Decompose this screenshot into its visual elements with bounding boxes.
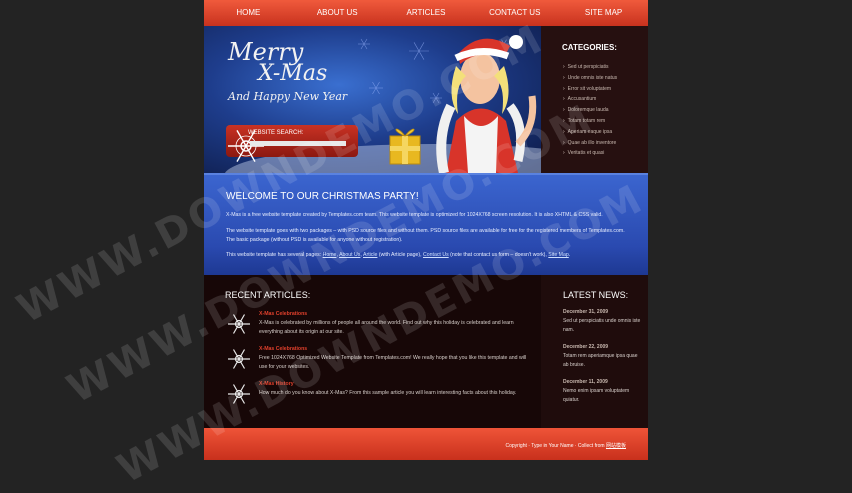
link-about-us[interactable]: About Us <box>339 252 360 258</box>
xmas-banner: Merry X-Mas And Happy New Year WEBSITE S… <box>204 26 541 173</box>
nav-home[interactable]: HOME <box>204 0 293 26</box>
category-link[interactable]: Aperiam eaque ipsa <box>563 127 617 138</box>
category-link[interactable]: Totam totam rem <box>563 116 617 127</box>
link-site-map[interactable]: Site Map <box>548 252 568 258</box>
article-item: X-Mas Celebrations X-Mas is celebrated b… <box>226 311 526 341</box>
category-link[interactable]: Sed ut perspiciatis <box>563 62 617 73</box>
welcome-paragraph: X-Mas is a free website template created… <box>226 212 603 218</box>
snowflake-icon <box>228 314 250 334</box>
page: HOME ABOUT US ARTICLES CONTACT US SITE M… <box>204 0 648 460</box>
news-text: Nemo enim ipsam voluptatem quiatur. <box>563 388 630 403</box>
article-title-link[interactable]: X-Mas Celebrations <box>259 346 307 352</box>
welcome-pages-paragraph: This website template has several pages:… <box>226 251 626 260</box>
news-item: December 11, 2009 Nemo enim ipsam volupt… <box>563 379 643 404</box>
categories-title: CATEGORIES: <box>562 43 617 52</box>
pages-mid-text: (note that contact us form – doesn't wor… <box>448 252 549 258</box>
news-date: December 22, 2009 <box>563 344 609 350</box>
article-summary: How much do you know about X-Mas? From t… <box>259 390 517 396</box>
website-search-label: WEBSITE SEARCH: <box>248 130 304 136</box>
categories-list: Sed ut perspiciatis Unde omnis iste natu… <box>563 62 617 159</box>
link-contact-us[interactable]: Contact Us <box>423 252 449 258</box>
copyright-text: Copyright · Type in Your Name · Collect … <box>505 443 606 449</box>
category-link[interactable]: Veritatis et quasi <box>563 148 617 159</box>
latest-news-panel: LATEST NEWS: December 31, 2009 Sed ut pe… <box>541 275 648 428</box>
category-link[interactable]: Accusantium <box>563 94 617 105</box>
link-home[interactable]: Home <box>323 252 337 258</box>
welcome-title: WELCOME TO OUR CHRISTMAS PARTY! <box>226 191 419 202</box>
news-date: December 11, 2009 <box>563 379 608 385</box>
main-nav: HOME ABOUT US ARTICLES CONTACT US SITE M… <box>204 0 648 26</box>
recent-articles-title: RECENT ARTICLES: <box>225 290 311 300</box>
article-title-link[interactable]: X-Mas Celebrations <box>259 311 307 317</box>
pages-intro-text: This website template has several pages: <box>226 252 323 258</box>
article-item: X-Mas Celebrations Free 1024X768 Optimiz… <box>226 346 526 376</box>
latest-news-title: LATEST NEWS: <box>563 290 629 300</box>
footer: Copyright · Type in Your Name · Collect … <box>204 428 648 460</box>
santa-girl-illustration <box>436 35 537 173</box>
welcome-paragraph: The website template goes with two packa… <box>226 228 625 243</box>
news-item: December 22, 2009 Totam rem aperiamque i… <box>563 344 643 369</box>
nav-about-us[interactable]: ABOUT US <box>293 0 382 26</box>
news-date: December 31, 2009 <box>563 309 609 315</box>
gift-box-icon <box>389 128 421 165</box>
article-item: X-Mas History How much do you know about… <box>226 381 526 411</box>
header: Merry X-Mas And Happy New Year WEBSITE S… <box>204 26 648 173</box>
nav-articles[interactable]: ARTICLES <box>382 0 471 26</box>
welcome-section: WELCOME TO OUR CHRISTMAS PARTY! X-Mas is… <box>204 173 648 277</box>
snowflake-icon <box>228 384 250 404</box>
content-section: RECENT ARTICLES: X-Mas Celebrations X-Ma… <box>204 275 648 428</box>
category-link[interactable]: Unde omnis iste natus <box>563 73 617 84</box>
category-link[interactable]: Quae ab illo inventore <box>563 138 617 149</box>
banner-xmas: X-Mas <box>258 61 328 86</box>
categories-panel: CATEGORIES: Sed ut perspiciatis Unde omn… <box>541 26 648 173</box>
footer-copyright: Copyright · Type in Your Name · Collect … <box>505 442 626 449</box>
period: . <box>568 252 571 258</box>
pages-mid-text: (with Article page), <box>377 252 423 258</box>
category-link[interactable]: Error sit voluptatem <box>563 84 617 95</box>
footer-link[interactable]: 网站模板 <box>606 443 626 449</box>
article-summary: Free 1024X768 Optimized Website Template… <box>259 355 527 370</box>
link-article[interactable]: Article <box>363 252 377 258</box>
nav-site-map[interactable]: SITE MAP <box>559 0 648 26</box>
category-link[interactable]: Doloremque lauda <box>563 105 617 116</box>
nav-contact-us[interactable]: CONTACT US <box>470 0 559 26</box>
news-item: December 31, 2009 Sed ut perspiciatis un… <box>563 309 643 334</box>
snowflake-icon <box>228 349 250 369</box>
news-text: Totam rem aperiamque ipsa quae ab bruise… <box>563 353 638 368</box>
news-text: Sed ut perspiciatis unde omnis iste nam. <box>563 318 641 333</box>
banner-happy-new-year: And Happy New Year <box>228 90 348 103</box>
article-title-link[interactable]: X-Mas History <box>259 381 294 387</box>
article-summary: X-Mas is celebrated by millions of peopl… <box>259 320 514 335</box>
website-search-input[interactable] <box>250 141 346 146</box>
